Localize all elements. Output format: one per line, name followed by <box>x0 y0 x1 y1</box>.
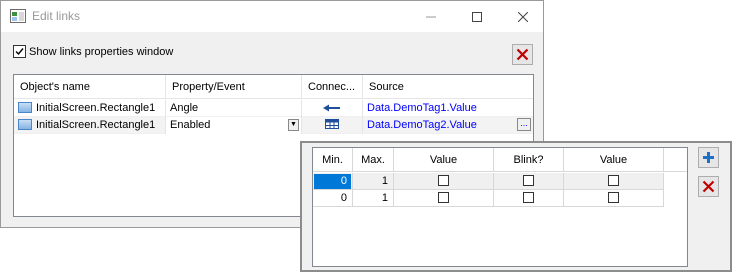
value-2-checkbox[interactable] <box>608 175 619 186</box>
source-cell[interactable]: Data.DemoTag2.Value ... <box>363 117 533 134</box>
maximize-button[interactable] <box>454 1 500 32</box>
minimize-button[interactable] <box>408 1 454 32</box>
column-header-value-2[interactable]: Value <box>564 148 664 172</box>
delete-icon <box>516 48 529 61</box>
column-header-value[interactable]: Value <box>394 148 494 172</box>
title-bar: Edit links <box>1 1 543 32</box>
max-cell[interactable]: 1 <box>353 190 394 207</box>
source-browse-button[interactable]: ... <box>517 118 531 131</box>
connection-cell[interactable] <box>302 100 363 117</box>
properties-grid: Min. Max. Value Blink? Value 0 1 0 1 <box>312 147 688 267</box>
value-2-checkbox[interactable] <box>608 192 619 203</box>
show-props-option[interactable]: Show links properties window <box>13 45 173 58</box>
value-2-cell[interactable] <box>564 190 664 207</box>
max-cell[interactable]: 1 <box>353 173 394 190</box>
column-header-connection[interactable]: Connec... <box>302 75 363 99</box>
links-grid-header: Object's name Property/Event Connec... S… <box>14 75 533 99</box>
delete-icon <box>702 180 715 193</box>
column-header-object[interactable]: Object's name <box>14 75 166 99</box>
blink-cell[interactable] <box>494 173 564 190</box>
object-name: InitialScreen.Rectangle1 <box>36 102 156 114</box>
plus-icon <box>703 152 714 163</box>
property-cell[interactable]: Angle <box>166 100 302 117</box>
blink-checkbox[interactable] <box>523 192 534 203</box>
table-row[interactable]: 0 1 <box>313 173 664 190</box>
source-cell[interactable]: Data.DemoTag1.Value <box>363 100 533 117</box>
value-2-cell[interactable] <box>564 173 664 190</box>
property-dropdown-button[interactable]: ▼ <box>288 119 299 131</box>
table-row[interactable]: 0 1 <box>313 190 664 207</box>
value-cell[interactable] <box>394 173 494 190</box>
column-header-blink[interactable]: Blink? <box>494 148 564 172</box>
properties-grid-header: Min. Max. Value Blink? Value <box>313 148 687 172</box>
table-icon <box>325 119 339 129</box>
connection-cell[interactable] <box>302 117 363 134</box>
value-checkbox[interactable] <box>438 175 449 186</box>
column-header-min[interactable]: Min. <box>313 148 353 172</box>
min-cell[interactable]: 0 <box>313 173 353 190</box>
delete-range-button[interactable] <box>698 176 719 197</box>
add-range-button[interactable] <box>698 147 719 168</box>
source-value: Data.DemoTag2.Value <box>367 119 477 131</box>
min-cell[interactable]: 0 <box>313 190 353 207</box>
app-icon <box>10 9 26 23</box>
show-props-label: Show links properties window <box>29 45 174 58</box>
maximize-icon <box>472 11 482 22</box>
close-button[interactable] <box>500 1 546 32</box>
min-value[interactable]: 0 <box>314 174 351 189</box>
close-icon <box>518 11 528 22</box>
blink-checkbox[interactable] <box>523 175 534 186</box>
object-name: InitialScreen.Rectangle1 <box>36 119 156 131</box>
column-header-property[interactable]: Property/Event <box>166 75 302 99</box>
checkmark-icon <box>15 48 24 56</box>
rectangle-object-icon <box>18 119 32 130</box>
column-header-max[interactable]: Max. <box>353 148 394 172</box>
property-cell[interactable]: Enabled ▼ <box>166 117 302 134</box>
show-props-checkbox[interactable] <box>13 45 26 58</box>
window-title: Edit links <box>32 9 81 23</box>
arrow-left-icon <box>323 104 340 112</box>
value-cell[interactable] <box>394 190 494 207</box>
rectangle-object-icon <box>18 102 32 113</box>
delete-link-button[interactable] <box>512 44 533 65</box>
table-row[interactable]: InitialScreen.Rectangle1 Enabled ▼ Data.… <box>14 117 533 134</box>
column-header-source[interactable]: Source <box>363 75 533 99</box>
property-value: Enabled <box>170 119 211 131</box>
value-checkbox[interactable] <box>438 192 449 203</box>
link-properties-window: Min. Max. Value Blink? Value 0 1 0 1 <box>300 141 732 272</box>
minimize-icon <box>426 16 436 17</box>
table-row[interactable]: InitialScreen.Rectangle1 Angle Data.Demo… <box>14 100 533 117</box>
blink-cell[interactable] <box>494 190 564 207</box>
